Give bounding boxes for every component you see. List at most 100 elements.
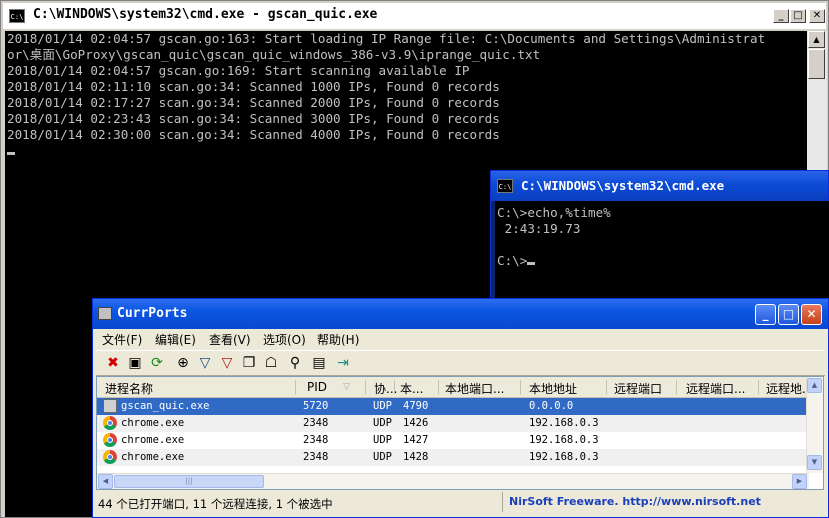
table-row[interactable]: chrome.exe 2348 UDP 1428 192.168.0.3 [97,449,808,466]
column-divider[interactable] [676,380,677,394]
scroll-down-arrow-icon[interactable]: ▼ [807,455,822,470]
minimize-button[interactable]: _ [755,304,776,325]
find-icon[interactable]: ⚲ [286,354,304,372]
console-line: 2018/01/14 02:04:57 gscan.go:163: Start … [7,31,766,46]
scroll-thumb[interactable]: ||| [114,475,264,488]
status-summary: 44 个已打开端口, 11 个远程连接, 1 个被选中 [98,497,333,511]
cmd-icon: C:\ [9,9,25,23]
console-line: or\桌面\GoProxy\gscan_quic\gscan_quic_wind… [7,47,541,62]
close-button[interactable]: ✕ [809,9,825,23]
ports-list[interactable]: 进程名称 PID ▽ 协... 本... 本地端口... 本地地址 远程端口 远… [96,376,824,490]
maximize-button[interactable]: □ [778,304,799,325]
cell-local-address: 192.168.0.3 [529,434,599,446]
console-line: 2018/01/14 02:04:57 gscan.go:169: Start … [7,63,470,78]
cell-protocol: UDP [373,434,392,446]
properties-icon[interactable]: ⊕ [174,354,192,372]
currports-titlebar[interactable]: CurrPorts _ □ ✕ [93,299,828,329]
sort-arrow-icon: ▽ [343,382,350,392]
filter-icon[interactable]: ▽ [196,354,214,372]
cell-protocol: UDP [373,451,392,463]
column-divider[interactable] [758,380,759,394]
close-connection-icon[interactable]: ✖ [104,354,122,372]
console-line: 2018/01/14 02:11:10 scan.go:34: Scanned … [7,79,500,94]
cmd-second-console[interactable]: C:\>echo,%time% 2:43:19.73 C:\> [495,201,829,301]
column-header[interactable]: 远程端口 [614,380,662,397]
table-row[interactable]: chrome.exe 2348 UDP 1426 192.168.0.3 [97,415,808,432]
cell-local-port: 1427 [403,434,429,446]
cmd-icon: C:\ [497,179,513,193]
column-header[interactable]: PID [307,380,327,394]
console-line: C:\> [495,253,829,269]
nirsoft-link[interactable]: NirSoft Freeware. http://www.nirsoft.net [509,495,761,508]
column-header[interactable]: 本地地址 [529,380,577,397]
column-divider[interactable] [606,380,607,394]
menu-options[interactable]: 选项(O) [263,331,306,348]
cell-process: chrome.exe [121,451,185,463]
table-row[interactable]: gscan_quic.exe 5720 UDP 4790 0.0.0.0 [97,398,808,415]
exit-icon[interactable]: ⇥ [334,354,352,372]
html-report-icon[interactable]: ▤ [310,354,328,372]
cmd-second-title: C:\WINDOWS\system32\cmd.exe [521,178,725,193]
text-cursor [7,152,15,155]
cell-local-address: 192.168.0.3 [529,417,599,429]
minimize-button[interactable]: _ [773,9,789,23]
scroll-up-arrow-icon[interactable]: ▲ [807,378,822,393]
cell-local-port: 4790 [403,400,429,412]
cell-pid: 2348 [303,434,329,446]
column-divider[interactable] [295,380,296,394]
currports-title: CurrPorts [117,306,188,321]
menu-edit[interactable]: 编辑(E) [155,331,196,348]
menu-help[interactable]: 帮助(H) [317,331,359,348]
table-row[interactable]: chrome.exe 2348 UDP 1427 192.168.0.3 [97,432,808,449]
close-button[interactable]: ✕ [801,304,822,325]
column-header[interactable]: 本... [400,380,423,397]
cell-local-port: 1426 [403,417,429,429]
cmd-main-titlebar[interactable]: C:\ C:\WINDOWS\system32\cmd.exe - gscan_… [3,3,826,29]
cmd-second-titlebar[interactable]: C:\ C:\WINDOWS\system32\cmd.exe [491,171,828,201]
cell-pid: 5720 [303,400,329,412]
list-header: 进程名称 PID ▽ 协... 本... 本地端口... 本地地址 远程端口 远… [97,377,813,398]
column-header[interactable]: 进程名称 [105,380,153,397]
column-divider[interactable] [520,380,521,394]
console-line: 2018/01/14 02:23:43 scan.go:34: Scanned … [7,111,500,126]
cell-pid: 2348 [303,451,329,463]
maximize-button[interactable]: □ [790,9,806,23]
scroll-left-arrow-icon[interactable]: ◀ [98,474,113,489]
chrome-icon [103,416,117,430]
column-divider[interactable] [394,380,395,394]
chrome-icon [103,450,117,464]
column-divider[interactable] [438,380,439,394]
list-vertical-scrollbar[interactable]: ▲ ▼ [806,377,823,473]
console-cursor-line [5,143,807,159]
scroll-thumb[interactable] [808,49,825,79]
cmd-window-second[interactable]: C:\ C:\WINDOWS\system32\cmd.exe C:\>echo… [490,170,829,301]
menu-view[interactable]: 查看(V) [209,331,251,348]
cell-protocol: UDP [373,400,392,412]
cell-process: gscan_quic.exe [121,400,210,412]
cell-process: chrome.exe [121,434,185,446]
column-header[interactable]: 本地端口... [445,380,504,397]
copy-icon[interactable]: ❐ [240,354,258,372]
console-line: C:\>echo,%time% [497,205,611,220]
column-header[interactable]: 远程端口... [686,380,745,397]
clear-filter-icon[interactable]: ▽ [218,354,236,372]
refresh-icon[interactable]: ⟳ [148,354,166,372]
currports-window[interactable]: CurrPorts _ □ ✕ 文件(F) 编辑(E) 查看(V) 选项(O) … [92,298,829,518]
scroll-right-arrow-icon[interactable]: ▶ [792,474,807,489]
scroll-up-arrow-icon[interactable]: ▲ [808,31,825,48]
console-line: 2:43:19.73 [497,221,581,236]
prompt-text: C:\> [497,253,528,268]
menu-file[interactable]: 文件(F) [102,331,142,348]
report-icon[interactable]: ☖ [262,354,280,372]
status-bar: 44 个已打开端口, 11 个远程连接, 1 个被选中 NirSoft Free… [96,492,825,514]
cell-local-address: 0.0.0.0 [529,400,574,412]
cell-protocol: UDP [373,417,392,429]
cell-process: chrome.exe [121,417,185,429]
cell-local-port: 1428 [403,451,429,463]
text-cursor [527,262,536,265]
list-horizontal-scrollbar[interactable]: ◀ ||| ▶ [97,473,809,489]
save-icon[interactable]: ▣ [126,354,144,372]
column-divider[interactable] [365,380,366,394]
currports-app-icon [98,307,112,320]
